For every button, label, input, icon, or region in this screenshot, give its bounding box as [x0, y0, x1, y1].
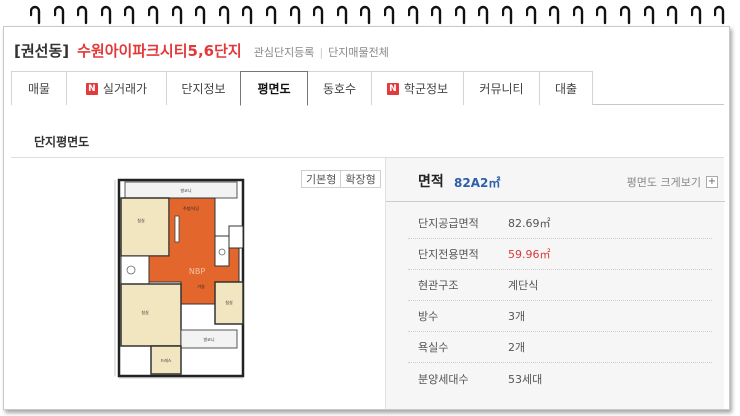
tab-label: 평면도: [257, 82, 291, 96]
binder-ring-icon: [195, 3, 207, 25]
binder-ring-icon: [502, 3, 514, 25]
favorite-complex-link[interactable]: 관심단지등록: [254, 44, 315, 60]
detail-value: 82.69㎡: [508, 217, 551, 230]
detail-row-supply-area: 단지공급면적 82.69㎡: [408, 208, 712, 239]
area-type-value: 82A2㎡: [454, 176, 501, 190]
binder-ring-icon: [667, 3, 679, 25]
binder-ring-icon: [336, 3, 349, 25]
detail-key: 분양세대수: [418, 372, 469, 386]
room-label-top-balcony: 발코니: [180, 187, 191, 193]
page-header: [권선동] 수원아이파크시티5,6단지 관심단지등록 | 단지매물전체: [14, 40, 389, 62]
room-label-bedroom-1: 침실: [137, 217, 145, 223]
tab-complex-info[interactable]: 단지정보: [167, 71, 241, 105]
binder-ring-icon: [289, 3, 302, 25]
area-header: 면적 82A2㎡ 평면도 크게보기 +: [386, 158, 725, 202]
header-divider: |: [319, 46, 324, 59]
tab-label: 매물: [27, 82, 51, 96]
room-label-dress: 드레스: [160, 357, 171, 363]
enlarge-floorplan-link[interactable]: 평면도 크게보기 +: [627, 174, 718, 190]
tab-community[interactable]: 커뮤니티: [464, 71, 540, 105]
binder-ring-icon: [384, 3, 396, 25]
room-label-kitchen: 주방/식당: [183, 205, 199, 211]
room-label-living: 거실: [197, 283, 205, 289]
binder-ring-icon: [454, 3, 467, 25]
all-listings-link[interactable]: 단지매물전체: [328, 44, 389, 60]
complex-title: 수원아이파크시티5,6단지: [77, 42, 242, 60]
section-title: 단지평면도: [34, 135, 90, 149]
binder-ring-icon: [218, 3, 231, 25]
basic-type-button[interactable]: 기본형: [301, 170, 342, 188]
binder-ring-icon: [525, 3, 538, 25]
binder-ring-icon: [714, 3, 726, 25]
binder-ring-icon: [242, 3, 254, 25]
region-label: [권선동]: [14, 42, 70, 60]
enlarge-label: 평면도 크게보기: [626, 176, 701, 189]
binder-ring-icon: [643, 3, 656, 25]
tab-loan[interactable]: 대출: [540, 71, 593, 105]
binder-ring-icon: [30, 3, 42, 25]
tab-floorplan[interactable]: 평면도: [240, 71, 308, 106]
tab-bar: 매물 N 실거래가 단지정보 평면도 동호수 N 학군정보 커뮤니티 대출: [11, 71, 724, 106]
new-badge-icon: N: [85, 82, 98, 95]
detail-row-bathrooms: 욕실수 2개: [408, 332, 712, 363]
room-label-bedroom-3: 침실: [225, 299, 233, 305]
binder-ring-icon: [690, 3, 703, 25]
tab-real-price[interactable]: N 실거래가: [67, 71, 167, 105]
binder-ring-icon: [572, 3, 585, 25]
detail-key: 단지전용면적: [418, 248, 479, 261]
detail-row-households: 분양세대수 53세대: [408, 363, 712, 394]
floorplan-content: 발코니 침실 주방/식당 NBP 거실 침실 침실 발코니 드레스 기본형 확장…: [11, 157, 725, 409]
area-info-panel: 면적 82A2㎡ 평면도 크게보기 + 단지공급면적 82.69㎡ 단지전용면적…: [385, 158, 725, 409]
area-label: 면적: [418, 174, 444, 190]
binder-ring-icon: [148, 3, 160, 25]
detail-row-exclusive-area: 단지전용면적 59.96㎡: [408, 239, 712, 270]
tab-school-info[interactable]: N 학군정보: [372, 71, 464, 105]
detail-row-entrance: 현관구조 계단식: [408, 270, 712, 301]
binder-rings: [0, 0, 740, 28]
floorplan-panel: 발코니 침실 주방/식당 NBP 거실 침실 침실 발코니 드레스 기본형 확장…: [11, 158, 384, 409]
detail-value: 2개: [508, 341, 526, 354]
binder-ring-icon: [549, 3, 561, 25]
room-label-bottom-balcony: 발코니: [203, 336, 214, 342]
detail-row-rooms: 방수 3개: [408, 301, 712, 332]
binder-ring-icon: [407, 3, 420, 25]
binder-ring-icon: [100, 3, 113, 25]
detail-key: 단지공급면적: [418, 217, 479, 230]
detail-value: 3개: [508, 310, 526, 323]
detail-key: 욕실수: [418, 341, 449, 354]
detail-value: 53세대: [508, 372, 543, 386]
tab-label: 실거래가: [102, 82, 148, 96]
floorplan-watermark: NBP: [189, 267, 205, 276]
binder-ring-icon: [431, 3, 443, 25]
tab-unit-numbers[interactable]: 동호수: [308, 71, 372, 105]
tab-listings[interactable]: 매물: [11, 71, 67, 105]
detail-value: 계단식: [508, 279, 539, 292]
binder-ring-icon: [171, 3, 184, 25]
tab-label: 동호수: [322, 82, 357, 96]
binder-ring-icon: [266, 3, 278, 25]
binder-ring-icon: [77, 3, 89, 25]
extended-type-button[interactable]: 확장형: [341, 170, 381, 188]
plan-type-toggle: 기본형 확장형: [301, 170, 381, 188]
binder-ring-icon: [596, 3, 608, 25]
tab-label: 커뮤니티: [479, 82, 524, 96]
detail-key: 현관구조: [418, 279, 459, 292]
floorplan-image: 발코니 침실 주방/식당 NBP 거실 침실 침실 발코니 드레스: [111, 174, 281, 383]
binder-ring-icon: [620, 3, 632, 25]
binder-ring-icon: [313, 3, 325, 25]
tab-label: 단지정보: [181, 82, 226, 96]
new-badge-icon: N: [386, 82, 399, 95]
plus-icon: +: [706, 176, 718, 188]
tab-label: 대출: [554, 82, 578, 96]
tab-label: 학군정보: [403, 82, 449, 96]
page-frame: [권선동] 수원아이파크시티5,6단지 관심단지등록 | 단지매물전체 매물 N…: [3, 26, 730, 410]
detail-value: 59.96㎡: [508, 248, 551, 261]
binder-ring-icon: [360, 3, 372, 25]
detail-key: 방수: [418, 310, 439, 323]
binder-ring-icon: [124, 3, 136, 25]
binder-ring-icon: [478, 3, 490, 25]
room-label-bedroom-2: 침실: [141, 309, 149, 315]
binder-ring-icon: [53, 3, 66, 25]
detail-list: 단지공급면적 82.69㎡ 단지전용면적 59.96㎡ 현관구조 계단식 방수 …: [408, 208, 712, 394]
